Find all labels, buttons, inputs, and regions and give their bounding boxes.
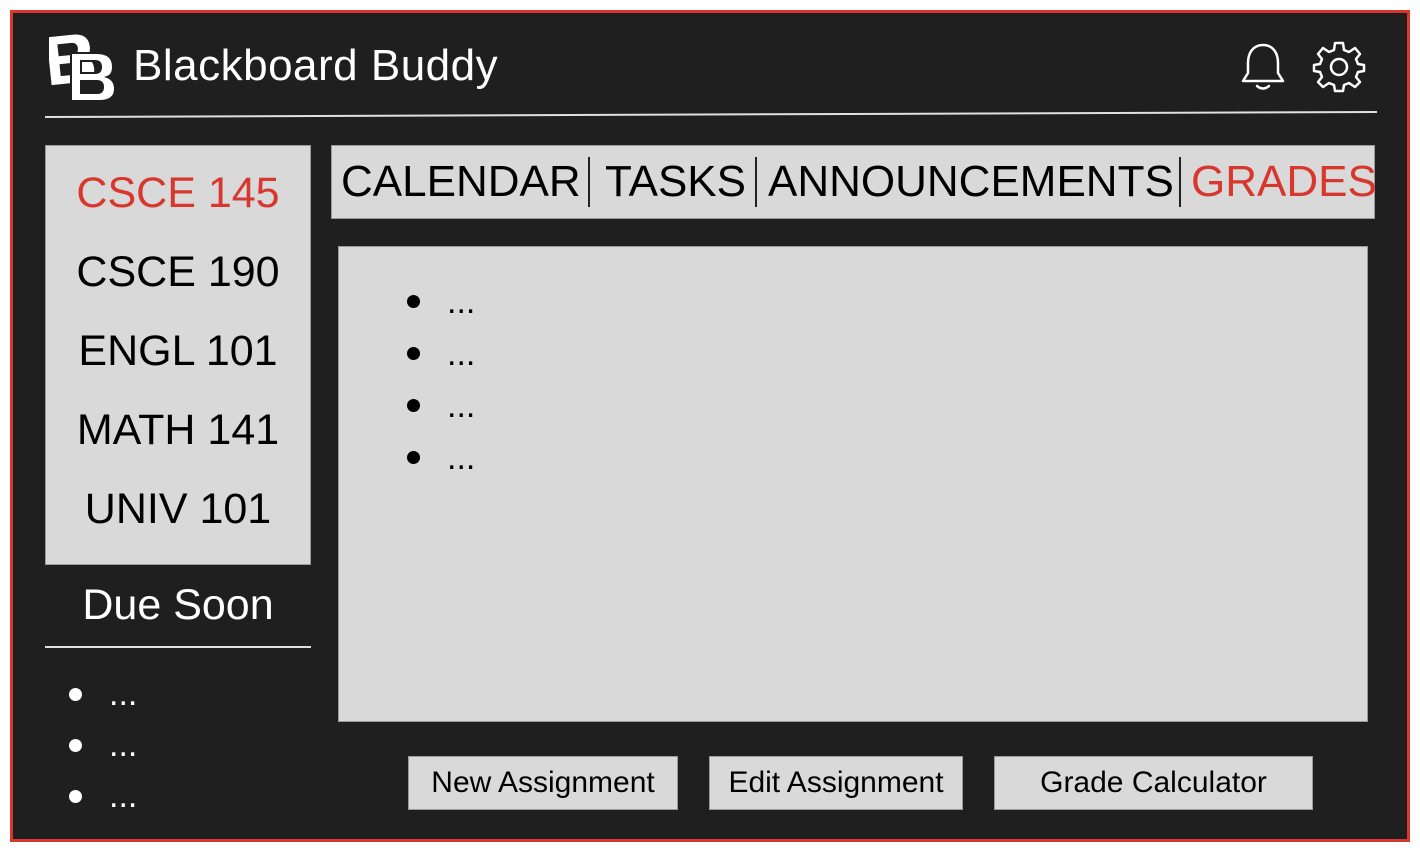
grades-list: ... ... ... ... [407, 283, 475, 491]
grades-content-panel: ... ... ... ... [338, 246, 1368, 722]
app-logo [46, 33, 117, 103]
edit-assignment-button[interactable]: Edit Assignment [709, 756, 963, 810]
grades-list-item: ... [407, 387, 475, 439]
due-soon-divider [45, 646, 311, 648]
app-title: Blackboard Buddy [133, 41, 499, 90]
new-assignment-button[interactable]: New Assignment [408, 756, 678, 810]
course-list: CSCE 145 CSCE 190 ENGL 101 MATH 141 UNIV… [45, 145, 311, 565]
header-divider [45, 111, 1377, 118]
due-soon-item[interactable]: ... [69, 675, 137, 726]
due-soon-item[interactable]: ... [69, 777, 137, 828]
grades-list-item: ... [407, 439, 475, 491]
due-soon-item[interactable]: ... [69, 726, 137, 777]
app-window: Blackboard Buddy CSCE 145 CSCE 190 ENGL … [10, 10, 1410, 842]
course-item-csce-145[interactable]: CSCE 145 [46, 168, 310, 218]
tab-announcements[interactable]: ANNOUNCEMENTS [768, 156, 1174, 208]
course-item-engl-101[interactable]: ENGL 101 [46, 326, 310, 376]
grades-list-item: ... [407, 283, 475, 335]
tab-separator [755, 157, 757, 207]
settings-button[interactable] [1311, 39, 1367, 95]
tab-separator [1179, 157, 1181, 207]
course-item-math-141[interactable]: MATH 141 [46, 405, 310, 455]
due-soon-list: ... ... ... [69, 675, 137, 828]
tab-separator [588, 157, 590, 207]
course-item-univ-101[interactable]: UNIV 101 [46, 484, 310, 534]
course-item-csce-190[interactable]: CSCE 190 [46, 247, 310, 297]
tab-bar: CALENDAR TASKS ANNOUNCEMENTS GRADES [331, 145, 1377, 219]
due-soon-title: Due Soon [82, 581, 274, 629]
notifications-button[interactable] [1235, 39, 1291, 95]
bb-logo-icon [46, 34, 117, 102]
grades-list-item: ... [407, 335, 475, 387]
tab-grades[interactable]: GRADES [1191, 156, 1377, 208]
grade-calculator-button[interactable]: Grade Calculator [994, 756, 1313, 810]
gear-icon [1312, 41, 1366, 93]
bell-icon [1241, 43, 1285, 90]
tab-tasks[interactable]: TASKS [605, 156, 746, 208]
tab-calendar[interactable]: CALENDAR [341, 156, 581, 208]
